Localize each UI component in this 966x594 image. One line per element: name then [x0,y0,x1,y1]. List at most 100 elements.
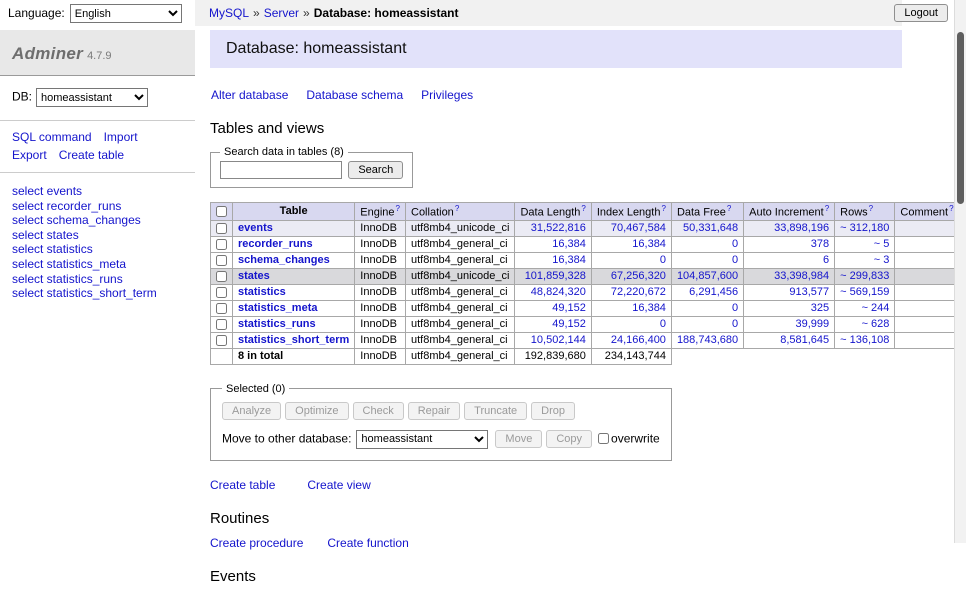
cell-rows[interactable]: ~ 628 [862,318,890,330]
table-name-link[interactable]: statistics_runs [238,318,316,330]
cell-index-length[interactable]: 24,166,400 [611,334,666,346]
cell-data-free[interactable]: 0 [732,254,738,266]
cell-auto-increment[interactable]: 378 [811,238,829,250]
cell-index-length[interactable]: 72,220,672 [611,286,666,298]
cell-data-length[interactable]: 48,824,320 [531,286,586,298]
vertical-scrollbar[interactable] [954,0,966,543]
row-checkbox[interactable] [216,335,227,346]
db-link-privileges[interactable]: Privileges [421,88,473,102]
bulk-analyze-button[interactable]: Analyze [222,402,281,420]
cell-data-free[interactable]: 0 [732,238,738,250]
cell-index-length[interactable]: 16,384 [632,238,666,250]
row-checkbox[interactable] [216,319,227,330]
sidebar-table-link[interactable]: select events [12,184,183,199]
cell-rows[interactable]: ~ 5 [874,238,890,250]
cell-index-length[interactable]: 16,384 [632,302,666,314]
table-name-link[interactable]: states [238,270,270,282]
search-input[interactable] [220,161,342,179]
cell-rows[interactable]: ~ 3 [874,254,890,266]
search-button[interactable]: Search [348,161,403,179]
cell-data-length[interactable]: 49,152 [552,302,586,314]
cell-data-free[interactable]: 104,857,600 [677,270,738,282]
select-all-checkbox[interactable] [216,206,227,217]
create-view-link[interactable]: Create view [307,478,370,492]
row-checkbox[interactable] [216,271,227,282]
table-name-link[interactable]: schema_changes [238,254,330,266]
cell-data-length[interactable]: 16,384 [552,254,586,266]
column-help-link[interactable]: ? [727,204,731,213]
column-help-link[interactable]: ? [661,204,665,213]
cell-index-length[interactable]: 0 [660,318,666,330]
db-link-alter-database[interactable]: Alter database [211,88,288,102]
cell-data-length[interactable]: 49,152 [552,318,586,330]
cell-rows[interactable]: ~ 299,833 [840,270,889,282]
column-help-link[interactable]: ? [581,204,585,213]
cell-auto-increment[interactable]: 33,398,984 [774,270,829,282]
sidebar-table-link[interactable]: select schema_changes [12,213,183,228]
table-name-link[interactable]: statistics_meta [238,302,318,314]
language-select[interactable]: English [70,4,182,23]
move-db-select[interactable]: homeassistant [356,430,488,449]
table-name-link[interactable]: statistics [238,286,286,298]
column-help-link[interactable]: ? [825,204,829,213]
cell-auto-increment[interactable]: 913,577 [789,286,829,298]
sidebar-table-link[interactable]: select recorder_runs [12,199,183,214]
cell-data-free[interactable]: 0 [732,302,738,314]
move-button[interactable]: Move [495,430,542,448]
copy-button[interactable]: Copy [546,430,592,448]
cell-index-length[interactable]: 67,256,320 [611,270,666,282]
logout-button[interactable]: Logout [894,4,948,22]
table-name-link[interactable]: events [238,222,273,234]
sidebar-table-link[interactable]: select statistics_runs [12,272,183,287]
cell-rows[interactable]: ~ 569,159 [840,286,889,298]
sidebar-table-link[interactable]: select statistics_meta [12,257,183,272]
cell-index-length[interactable]: 70,467,584 [611,222,666,234]
cell-data-length[interactable]: 101,859,328 [525,270,586,282]
row-checkbox[interactable] [216,303,227,314]
column-help-link[interactable]: ? [455,204,459,213]
sidebar-table-link[interactable]: select statistics_short_term [12,286,183,301]
sidebar-link-export[interactable]: Export [12,148,47,162]
bulk-check-button[interactable]: Check [353,402,404,420]
column-help-link[interactable]: ? [396,204,400,213]
cell-data-length[interactable]: 10,502,144 [531,334,586,346]
cell-data-free[interactable]: 50,331,648 [683,222,738,234]
column-help-link[interactable]: ? [949,204,953,213]
cell-data-free[interactable]: 188,743,680 [677,334,738,346]
cell-data-free[interactable]: 6,291,456 [689,286,738,298]
cell-auto-increment[interactable]: 39,999 [796,318,830,330]
table-name-link[interactable]: recorder_runs [238,238,313,250]
breadcrumb-link-server[interactable]: Server [264,6,299,20]
cell-rows[interactable]: ~ 136,108 [840,334,889,346]
sidebar-table-link[interactable]: select states [12,228,183,243]
table-name-link[interactable]: statistics_short_term [238,334,349,346]
bulk-optimize-button[interactable]: Optimize [285,402,348,420]
sidebar-link-sql-command[interactable]: SQL command [12,130,92,144]
cell-index-length[interactable]: 0 [660,254,666,266]
breadcrumb-link-mysql[interactable]: MySQL [209,6,249,20]
cell-data-length[interactable]: 16,384 [552,238,586,250]
scrollbar-thumb[interactable] [957,32,964,204]
row-checkbox[interactable] [216,255,227,266]
cell-rows[interactable]: ~ 244 [862,302,890,314]
db-link-database-schema[interactable]: Database schema [306,88,403,102]
overwrite-checkbox[interactable] [598,433,609,444]
bulk-drop-button[interactable]: Drop [531,402,575,420]
sidebar-link-create-table[interactable]: Create table [59,148,124,162]
cell-auto-increment[interactable]: 325 [811,302,829,314]
row-checkbox[interactable] [216,223,227,234]
cell-auto-increment[interactable]: 8,581,645 [780,334,829,346]
bulk-repair-button[interactable]: Repair [408,402,460,420]
sidebar-table-link[interactable]: select statistics [12,242,183,257]
cell-auto-increment[interactable]: 33,898,196 [774,222,829,234]
bulk-truncate-button[interactable]: Truncate [464,402,527,420]
db-select[interactable]: homeassistant [36,88,148,107]
cell-data-length[interactable]: 31,522,816 [531,222,586,234]
cell-auto-increment[interactable]: 6 [823,254,829,266]
cell-data-free[interactable]: 0 [732,318,738,330]
sidebar-link-import[interactable]: Import [104,130,138,144]
create-table-link[interactable]: Create table [210,478,275,492]
column-help-link[interactable]: ? [869,204,873,213]
row-checkbox[interactable] [216,239,227,250]
row-checkbox[interactable] [216,287,227,298]
